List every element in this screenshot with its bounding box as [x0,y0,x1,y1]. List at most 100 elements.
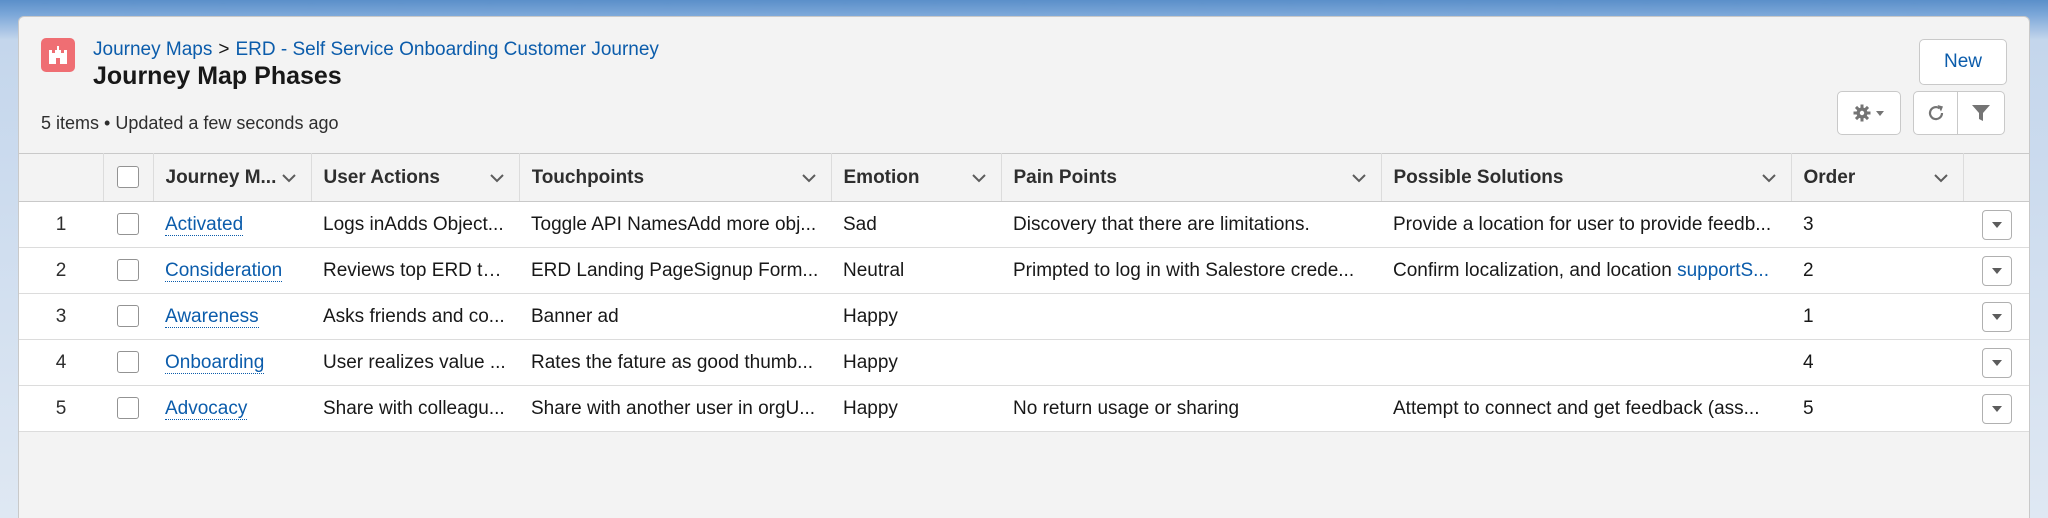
row-checkbox[interactable] [117,213,139,236]
cell-phase-name: Activated [153,201,311,248]
row-action-menu-button[interactable] [1982,393,2012,424]
cell-user-actions: Reviews top ERD to... [311,247,519,294]
filter-button[interactable] [1957,91,2005,135]
row-action-cell [1963,293,2029,340]
column-header-pain-points[interactable]: Pain Points [1001,153,1382,202]
row-checkbox-cell [103,293,153,340]
cell-order: 5 [1791,385,1963,432]
caret-down-icon [1992,313,2002,320]
cell-possible-solutions: Provide a location for user to provide f… [1381,201,1791,248]
breadcrumb-current-record[interactable]: ERD - Self Service Onboarding Customer J… [235,39,658,60]
row-checkbox[interactable] [117,259,139,282]
phase-link[interactable]: Consideration [165,259,283,282]
column-label: Order [1803,166,1856,188]
row-checkbox[interactable] [117,305,139,328]
chevron-down-icon[interactable] [799,168,819,188]
breadcrumb-journey-maps[interactable]: Journey Maps [93,39,212,60]
caret-down-icon [1992,267,2002,274]
caret-down-icon [1992,405,2002,412]
column-label: Journey M... [165,166,277,188]
row-checkbox-cell [103,339,153,386]
chevron-down-icon[interactable] [1349,168,1369,188]
column-header-touchpoints[interactable]: Touchpoints [519,153,832,202]
column-label: Touchpoints [531,166,645,188]
cell-pain-points [1001,293,1381,340]
column-header-journey-map-phase[interactable]: Journey M... [153,153,312,202]
row-action-menu-button[interactable] [1982,209,2012,240]
table-row: 3 Awareness Asks friends and co... Banne… [19,293,2029,340]
cell-emotion: Happy [831,293,1001,340]
chevron-down-icon[interactable] [969,168,989,188]
cell-touchpoints: Toggle API NamesAdd more obj... [519,201,831,248]
chevron-down-icon[interactable] [487,168,507,188]
row-checkbox-cell [103,247,153,294]
cell-phase-name: Consideration [153,247,311,294]
table-row: 1 Activated Logs inAdds Object... Toggle… [19,201,2029,248]
filter-icon [1972,105,1990,121]
phase-link[interactable]: Onboarding [165,351,265,374]
solution-link[interactable]: supportS... [1677,260,1769,281]
select-all-checkbox-cell [103,153,154,202]
row-number: 1 [19,201,103,248]
cell-user-actions: Asks friends and co... [311,293,519,340]
row-action-menu-button[interactable] [1982,301,2012,332]
select-all-checkbox[interactable] [117,166,139,189]
cell-phase-name: Awareness [153,293,311,340]
cell-touchpoints: Rates the fature as good thumb... [519,339,831,386]
cell-pain-points [1001,339,1381,386]
row-action-menu-button[interactable] [1982,255,2012,286]
column-header-emotion[interactable]: Emotion [831,153,1002,202]
table-row: 2 Consideration Reviews top ERD to... ER… [19,247,2029,294]
journey-phases-table: Journey M... User Actions Touchpoints Em… [19,153,2029,432]
list-settings-button[interactable] [1837,91,1901,135]
cell-order: 3 [1791,201,1963,248]
row-checkbox-cell [103,385,153,432]
cell-pain-points: No return usage or sharing [1001,385,1381,432]
row-number: 2 [19,247,103,294]
refresh-button[interactable] [1913,91,1959,135]
cell-possible-solutions: Confirm localization, and location suppo… [1381,247,1791,294]
phase-link[interactable]: Advocacy [165,397,248,420]
page-title: Journey Map Phases [93,62,342,90]
row-number: 5 [19,385,103,432]
list-view-card: Journey Maps > ERD - Self Service Onboardi… [18,16,2030,518]
row-action-cell [1963,339,2029,386]
column-header-user-actions[interactable]: User Actions [311,153,520,202]
gear-icon [1853,104,1884,122]
cell-emotion: Happy [831,339,1001,386]
cell-order: 1 [1791,293,1963,340]
table-header-row: Journey M... User Actions Touchpoints Em… [19,153,2029,202]
column-header-order[interactable]: Order [1791,153,1964,202]
caret-down-icon [1992,359,2002,366]
cell-user-actions: Share with colleagu... [311,385,519,432]
column-header-possible-solutions[interactable]: Possible Solutions [1381,153,1792,202]
row-checkbox[interactable] [117,351,139,374]
cell-touchpoints: Share with another user in orgU... [519,385,831,432]
new-button[interactable]: New [1919,39,2007,85]
breadcrumb-separator: > [218,39,230,60]
table-row: 4 Onboarding User realizes value ... Rat… [19,339,2029,386]
cell-emotion: Sad [831,201,1001,248]
cell-possible-solutions [1381,293,1791,340]
cell-emotion: Happy [831,385,1001,432]
cell-user-actions: Logs inAdds Object... [311,201,519,248]
chevron-down-icon[interactable] [1931,168,1951,188]
cell-order: 2 [1791,247,1963,294]
row-checkbox[interactable] [117,397,139,420]
row-action-menu-button[interactable] [1982,347,2012,378]
refresh-icon [1928,105,1944,121]
chevron-down-icon[interactable] [1759,168,1779,188]
cell-phase-name: Advocacy [153,385,311,432]
cell-user-actions: User realizes value ... [311,339,519,386]
solution-text: Confirm localization, and location [1393,259,1678,281]
cell-pain-points: Discovery that there are limitations. [1001,201,1381,248]
cell-emotion: Neutral [831,247,1001,294]
cell-order: 4 [1791,339,1963,386]
chevron-down-icon[interactable] [279,168,299,188]
phase-link[interactable]: Activated [165,213,244,236]
row-action-cell [1963,385,2029,432]
breadcrumb: Journey Maps > ERD - Self Service Onboardi… [93,39,659,61]
cell-possible-solutions: Attempt to connect and get feedback (ass… [1381,385,1791,432]
phase-link[interactable]: Awareness [165,305,259,328]
row-number: 4 [19,339,103,386]
